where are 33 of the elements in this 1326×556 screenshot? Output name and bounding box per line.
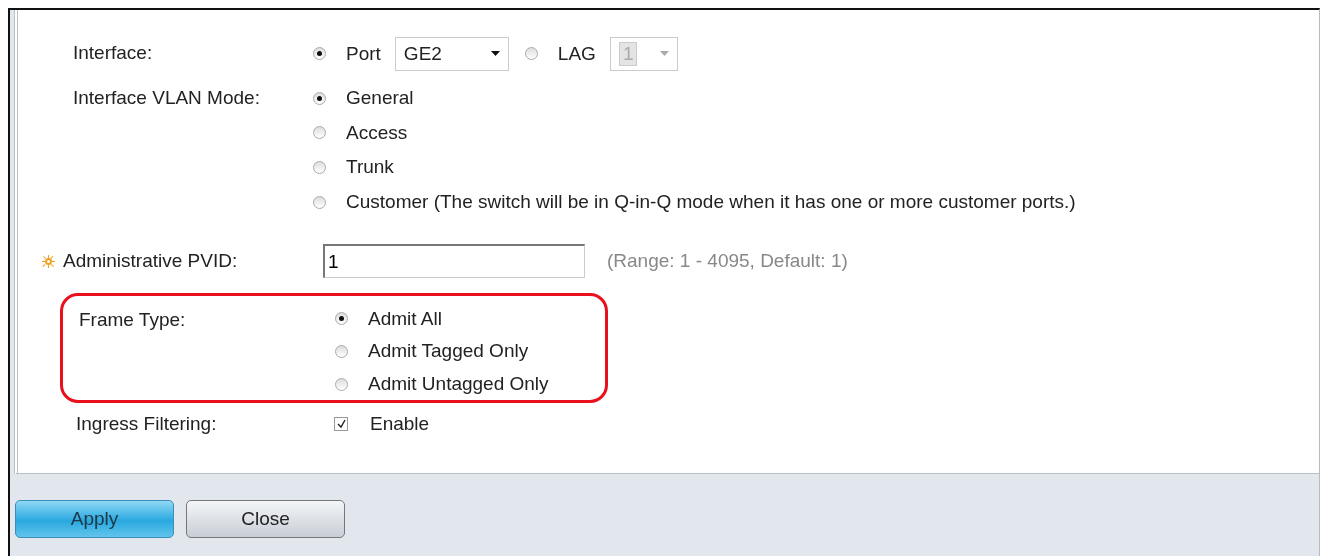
caret-icon xyxy=(490,51,500,56)
radio-button[interactable] xyxy=(335,344,348,358)
option-label: Admit All xyxy=(368,307,442,330)
radio-button[interactable] xyxy=(313,91,326,105)
apply-button[interactable]: Apply xyxy=(15,500,174,538)
radio-button[interactable] xyxy=(313,161,326,174)
dropdown[interactable]: GE2 xyxy=(394,36,509,71)
option-label: Trunk xyxy=(346,156,394,179)
radio-button[interactable] xyxy=(313,195,326,209)
field-label: Administrative PVID: xyxy=(63,250,238,273)
hint-text: (Range: 1 - 4095, Default: 1) xyxy=(607,250,848,273)
close-button[interactable]: Close xyxy=(186,500,345,538)
radio-button[interactable] xyxy=(524,47,538,60)
option-label: LAG xyxy=(557,42,596,65)
option-label: Admit Tagged Only xyxy=(368,340,529,363)
input-field[interactable]: 1 xyxy=(323,244,585,279)
checkbox[interactable] xyxy=(334,417,348,432)
field-label: Interface VLAN Mode: xyxy=(72,86,261,111)
radio-button[interactable] xyxy=(313,47,326,60)
radio-button[interactable] xyxy=(335,377,348,391)
radio-button[interactable] xyxy=(335,312,348,326)
radio-button[interactable] xyxy=(313,126,326,140)
field-label: Interface: xyxy=(72,41,154,64)
field-label: Ingress Filtering: xyxy=(75,413,218,436)
required-icon xyxy=(42,254,55,268)
option-label: Enable xyxy=(370,413,430,436)
option-label: Port xyxy=(346,42,381,65)
option-label: Customer (The switch will be in Q-in-Q mode when it has one or more customer ports.) xyxy=(346,191,1076,214)
option-label: Admit Untagged Only xyxy=(368,373,549,396)
field-label: Frame Type: xyxy=(78,307,187,332)
option-label: General xyxy=(346,87,414,110)
option-label: Access xyxy=(346,121,408,144)
caret-icon xyxy=(659,51,669,56)
